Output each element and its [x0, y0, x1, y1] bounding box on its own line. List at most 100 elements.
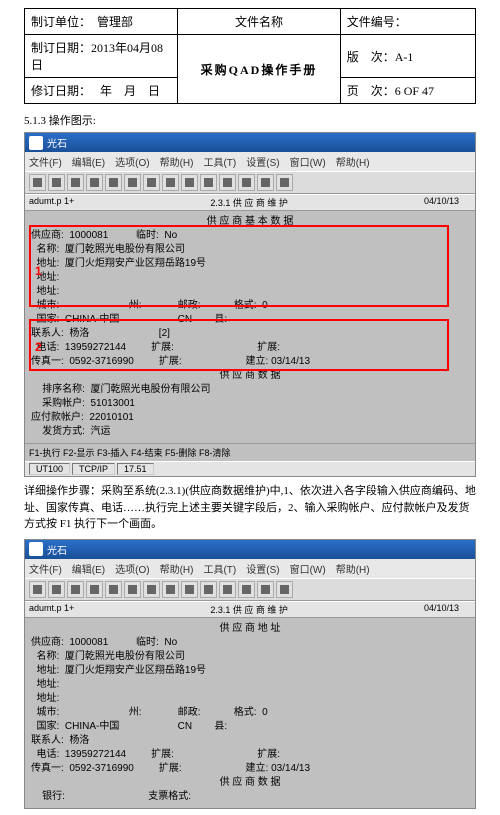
field-line: 国家: CHINA-中国 CN 县:: [31, 720, 469, 734]
toolbar-button[interactable]: [86, 581, 103, 598]
field-line: 应付款帐户: 22010101: [31, 411, 469, 425]
toolbar-button[interactable]: [200, 581, 217, 598]
menu-item[interactable]: 工具(T): [203, 154, 236, 169]
field-line: 传真一: 0592-3716990 扩展: 建立: 03/14/13: [31, 762, 469, 776]
menu-item[interactable]: 窗口(W): [290, 561, 326, 576]
status-cell: UT100: [29, 463, 70, 475]
toolbar-button[interactable]: [238, 174, 255, 191]
instruction-content: 详细操作步骤：采购至系统(2.3.1)(供应商数据维护)中,1、依次进入各字段输…: [24, 485, 476, 530]
dept: 管理部: [97, 15, 133, 29]
app-icon: [29, 136, 43, 150]
dept-label: 制订单位：: [31, 15, 91, 29]
fkey-bar: F1-执行 F2-显示 F3-插入 F4-结束 F5-删除 F8-清除: [25, 443, 475, 461]
menu-item[interactable]: 帮助(H): [336, 561, 370, 576]
fileno-label: 文件编号：: [340, 9, 475, 35]
menu-item[interactable]: 设置(S): [246, 154, 279, 169]
date: 04/10/13: [424, 603, 459, 616]
menu-item[interactable]: 文件(F): [29, 154, 62, 169]
section-head: 供 应 商 数 据: [31, 776, 469, 790]
toolbar-button[interactable]: [105, 174, 122, 191]
field-line: 名称: 厦门乾照光电股份有限公司: [31, 650, 469, 664]
program-name: adumt.p 1+: [29, 196, 74, 209]
screen-title: 2.3.1 供 应 商 维 护: [86, 603, 412, 616]
rev-label: 修订日期：: [31, 84, 91, 98]
annotation-num-2: 2: [35, 339, 42, 356]
annotation-box-2: [29, 319, 449, 371]
screen-title: 2.3.1 供 应 商 维 护: [86, 196, 412, 209]
toolbar-button[interactable]: [29, 581, 46, 598]
toolbar-button[interactable]: [257, 581, 274, 598]
date: 04/10/13: [424, 196, 459, 209]
toolbar-button[interactable]: [143, 174, 160, 191]
page-no: 6 OF 47: [395, 84, 434, 98]
toolbar-button[interactable]: [86, 174, 103, 191]
menu-item[interactable]: 帮助(H): [160, 561, 194, 576]
menu-item[interactable]: 编辑(E): [72, 154, 105, 169]
menu-item[interactable]: 选项(O): [115, 561, 149, 576]
doc-header: 制订单位： 管理部 文件名称 文件编号： 制订日期：2013年04月08日 采购…: [24, 8, 476, 104]
screenshot-2: 光石 文件(F) 编辑(E) 选项(O) 帮助(H) 工具(T) 设置(S) 窗…: [24, 539, 476, 809]
field-line: 供应商: 1000081 临时: No: [31, 636, 469, 650]
section-heading: 5.1.3 操作图示:: [24, 112, 476, 128]
menu-item[interactable]: 帮助(H): [336, 154, 370, 169]
field-line: 发货方式: 汽运: [31, 425, 469, 439]
filename-label: 文件名称: [178, 9, 340, 35]
field-line: 地址:: [31, 678, 469, 692]
toolbar: [25, 171, 475, 194]
menubar[interactable]: 文件(F) 编辑(E) 选项(O) 帮助(H) 工具(T) 设置(S) 窗口(W…: [25, 152, 475, 171]
doc-title: 采购QAD操作手册: [178, 35, 340, 104]
toolbar-button[interactable]: [200, 174, 217, 191]
toolbar-button[interactable]: [219, 174, 236, 191]
toolbar-button[interactable]: [48, 581, 65, 598]
toolbar-button[interactable]: [276, 174, 293, 191]
menu-item[interactable]: 帮助(H): [160, 154, 194, 169]
toolbar-button[interactable]: [67, 581, 84, 598]
status-header: adumt.p 1+ 2.3.1 供 应 商 维 护 04/10/13: [25, 601, 475, 618]
menu-item[interactable]: 窗口(W): [290, 154, 326, 169]
program-name: adumt.p 1+: [29, 603, 74, 616]
rev-date: 年 月 日: [100, 84, 160, 98]
created-label: 制订日期：: [31, 41, 91, 55]
toolbar-button[interactable]: [124, 174, 141, 191]
status-cell: TCP/IP: [72, 463, 115, 475]
toolbar-button[interactable]: [162, 581, 179, 598]
menu-item[interactable]: 工具(T): [203, 561, 236, 576]
toolbar-button[interactable]: [181, 581, 198, 598]
toolbar-button[interactable]: [124, 581, 141, 598]
section-head: 供 应 商 数 据: [31, 369, 469, 383]
screenshot-1: 光石 文件(F) 编辑(E) 选项(O) 帮助(H) 工具(T) 设置(S) 窗…: [24, 132, 476, 477]
window-title: 光石: [47, 542, 67, 557]
toolbar-button[interactable]: [162, 174, 179, 191]
menu-item[interactable]: 编辑(E): [72, 561, 105, 576]
field-line: 电话: 13959272144 扩展: 扩展:: [31, 748, 469, 762]
window-titlebar: 光石: [25, 540, 475, 559]
menubar[interactable]: 文件(F) 编辑(E) 选项(O) 帮助(H) 工具(T) 设置(S) 窗口(W…: [25, 559, 475, 578]
toolbar-button[interactable]: [143, 581, 160, 598]
toolbar-button[interactable]: [257, 174, 274, 191]
window-title: 光石: [47, 135, 67, 150]
toolbar: [25, 578, 475, 601]
field-line: 联系人: 杨洛: [31, 734, 469, 748]
section-head: 供 应 商 地 址: [31, 622, 469, 636]
window-titlebar: 光石: [25, 133, 475, 152]
ver-label: 版 次：: [347, 50, 395, 64]
toolbar-button[interactable]: [276, 581, 293, 598]
menu-item[interactable]: 选项(O): [115, 154, 149, 169]
toolbar-button[interactable]: [181, 174, 198, 191]
instruction-text: 详细操作步骤：采购至系统(2.3.1)(供应商数据维护)中,1、依次进入各字段输…: [24, 483, 476, 533]
field-line: 地址:: [31, 692, 469, 706]
toolbar-button[interactable]: [29, 174, 46, 191]
status-cell: 17.51: [117, 463, 154, 475]
toolbar-button[interactable]: [105, 581, 122, 598]
menu-item[interactable]: 文件(F): [29, 561, 62, 576]
toolbar-button[interactable]: [219, 581, 236, 598]
page-label: 页 次：: [347, 84, 395, 98]
toolbar-button[interactable]: [67, 174, 84, 191]
field-line: 排序名称: 厦门乾照光电股份有限公司: [31, 383, 469, 397]
terminal-body: 供 应 商 基 本 数 据 供应商: 1000081 临时: No 名称: 厦门…: [25, 211, 475, 443]
toolbar-button[interactable]: [48, 174, 65, 191]
ver: A-1: [395, 50, 414, 64]
terminal-body: 供 应 商 地 址 供应商: 1000081 临时: No 名称: 厦门乾照光电…: [25, 618, 475, 808]
menu-item[interactable]: 设置(S): [246, 561, 279, 576]
toolbar-button[interactable]: [238, 581, 255, 598]
